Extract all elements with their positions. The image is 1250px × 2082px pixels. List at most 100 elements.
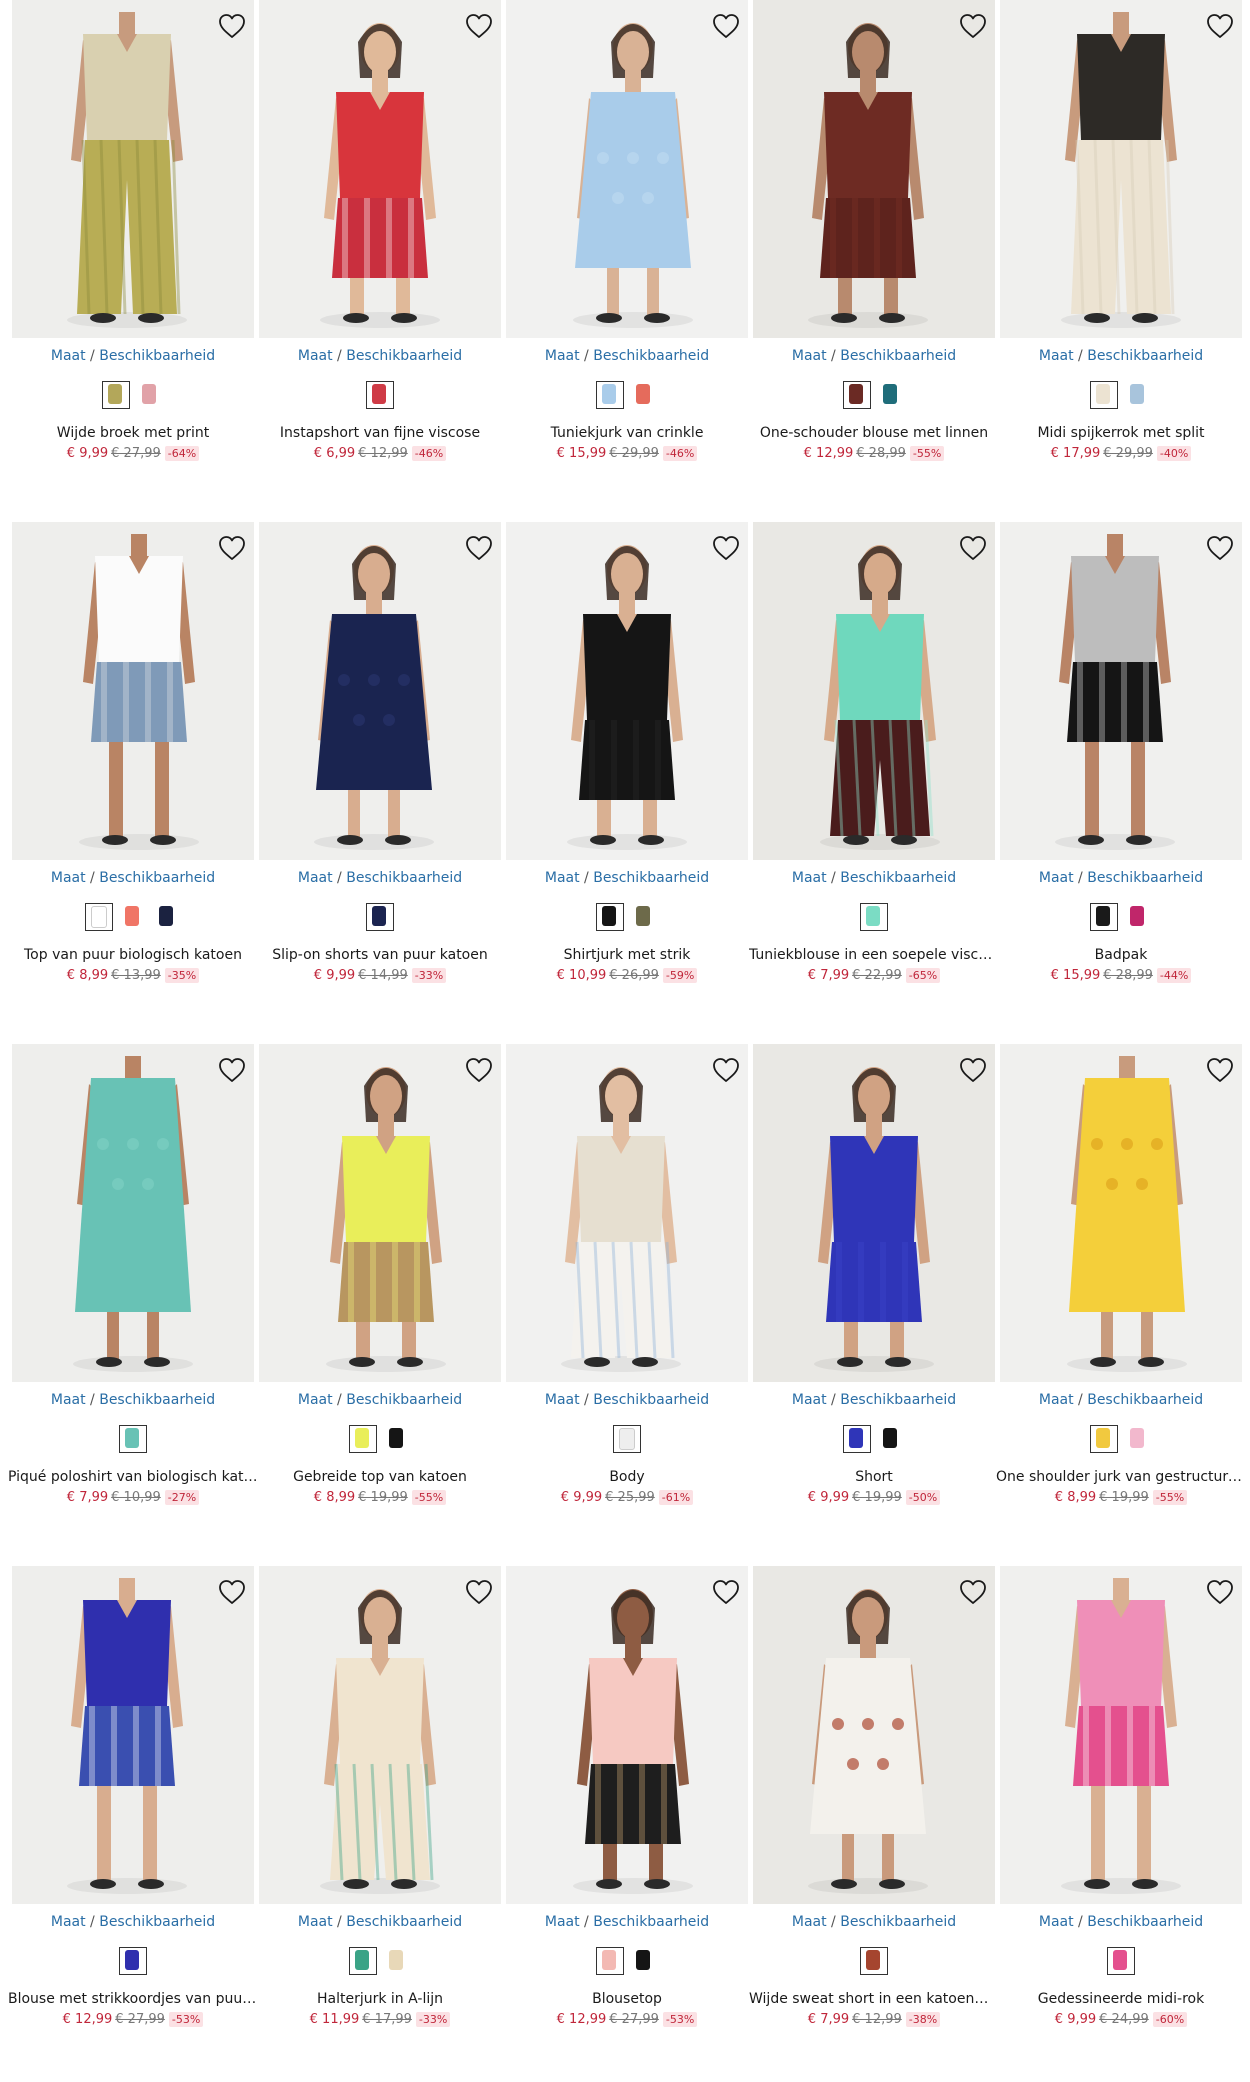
size-availability-link[interactable]: Maat / Beschikbaarheid bbox=[12, 1392, 254, 1408]
wishlist-heart-icon[interactable] bbox=[463, 1576, 495, 1608]
size-availability-link[interactable]: Maat / Beschikbaarheid bbox=[506, 348, 748, 364]
color-swatch[interactable] bbox=[119, 903, 147, 931]
color-swatch[interactable] bbox=[383, 1425, 411, 1453]
product-photo[interactable] bbox=[12, 0, 254, 338]
product-name[interactable]: Instapshort van fijne viscose bbox=[255, 425, 505, 441]
product-photo[interactable] bbox=[753, 1044, 995, 1382]
product-name[interactable]: Blousetop bbox=[502, 1991, 752, 2007]
color-swatch[interactable] bbox=[136, 381, 164, 409]
color-swatch[interactable] bbox=[383, 1947, 411, 1975]
product-name[interactable]: One-schouder blouse met linnen bbox=[749, 425, 999, 441]
wishlist-heart-icon[interactable] bbox=[216, 1054, 248, 1086]
size-availability-link[interactable]: Maat / Beschikbaarheid bbox=[259, 348, 501, 364]
color-swatch[interactable] bbox=[119, 1425, 147, 1453]
product-photo[interactable] bbox=[12, 1566, 254, 1904]
product-card[interactable]: Maat / Beschikbaarheid Piqué poloshirt v… bbox=[8, 1044, 258, 1524]
size-availability-link[interactable]: Maat / Beschikbaarheid bbox=[753, 1914, 995, 1930]
product-name[interactable]: Short bbox=[749, 1469, 999, 1485]
product-photo[interactable] bbox=[259, 1566, 501, 1904]
product-photo[interactable] bbox=[1000, 0, 1242, 338]
product-card[interactable]: Maat / Beschikbaarheid Midi spijkerrok m… bbox=[1000, 0, 1246, 480]
product-card[interactable]: Maat / Beschikbaarheid Tuniekblouse in e… bbox=[749, 522, 999, 1002]
color-swatch[interactable] bbox=[613, 1425, 641, 1453]
product-card[interactable]: Maat / Beschikbaarheid Gebreide top van … bbox=[259, 1044, 505, 1524]
size-availability-link[interactable]: Maat / Beschikbaarheid bbox=[1000, 870, 1242, 886]
color-swatch[interactable] bbox=[1124, 903, 1152, 931]
product-card[interactable]: Maat / Beschikbaarheid Tuniekjurk van cr… bbox=[506, 0, 752, 480]
size-availability-link[interactable]: Maat / Beschikbaarheid bbox=[506, 870, 748, 886]
wishlist-heart-icon[interactable] bbox=[957, 10, 989, 42]
product-photo[interactable] bbox=[506, 1044, 748, 1382]
product-photo[interactable] bbox=[1000, 522, 1242, 860]
product-photo[interactable] bbox=[12, 522, 254, 860]
color-swatch[interactable] bbox=[877, 381, 905, 409]
size-availability-link[interactable]: Maat / Beschikbaarheid bbox=[12, 870, 254, 886]
product-name[interactable]: Wijde broek met print bbox=[8, 425, 258, 441]
color-swatch[interactable] bbox=[1124, 1425, 1152, 1453]
product-photo[interactable] bbox=[1000, 1566, 1242, 1904]
color-swatch[interactable] bbox=[596, 381, 624, 409]
wishlist-heart-icon[interactable] bbox=[957, 532, 989, 564]
color-swatch[interactable] bbox=[630, 381, 658, 409]
product-photo[interactable] bbox=[753, 1566, 995, 1904]
product-card[interactable]: Maat / Beschikbaarheid Top van puur biol… bbox=[12, 522, 258, 1002]
product-photo[interactable] bbox=[506, 0, 748, 338]
product-card[interactable]: Maat / Beschikbaarheid Wijde sweat short… bbox=[749, 1566, 999, 2046]
color-swatch[interactable] bbox=[349, 1947, 377, 1975]
product-name[interactable]: Tuniekjurk van crinkle bbox=[502, 425, 752, 441]
product-name[interactable]: Midi spijkerrok met split bbox=[996, 425, 1246, 441]
product-name[interactable]: Slip-on shorts van puur katoen bbox=[255, 947, 505, 963]
color-swatch[interactable] bbox=[843, 1425, 871, 1453]
product-card[interactable]: Maat / Beschikbaarheid Short € 9,99 € 19,… bbox=[753, 1044, 999, 1524]
product-name[interactable]: Body bbox=[502, 1469, 752, 1485]
product-photo[interactable] bbox=[753, 0, 995, 338]
product-name[interactable]: Halterjurk in A-lijn bbox=[255, 1991, 505, 2007]
color-swatch[interactable] bbox=[102, 381, 130, 409]
product-name[interactable]: Wijde sweat short in een katoenmix bbox=[749, 1991, 999, 2007]
product-name[interactable]: Gebreide top van katoen bbox=[255, 1469, 505, 1485]
color-swatch[interactable] bbox=[366, 381, 394, 409]
product-card[interactable]: Maat / Beschikbaarheid One-schouder blou… bbox=[753, 0, 999, 480]
product-card[interactable]: Maat / Beschikbaarheid Badpak € 15,99 € 2… bbox=[1000, 522, 1246, 1002]
color-swatch[interactable] bbox=[630, 1947, 658, 1975]
product-card[interactable]: Maat / Beschikbaarheid Blousetop € 12,99… bbox=[506, 1566, 752, 2046]
color-swatch[interactable] bbox=[596, 903, 624, 931]
product-card[interactable]: Maat / Beschikbaarheid Wijde broek met p… bbox=[12, 0, 258, 480]
product-name[interactable]: One shoulder jurk van gestructureerde st… bbox=[996, 1469, 1246, 1485]
color-swatch[interactable] bbox=[596, 1947, 624, 1975]
product-photo[interactable] bbox=[259, 0, 501, 338]
color-swatch[interactable] bbox=[349, 1425, 377, 1453]
size-availability-link[interactable]: Maat / Beschikbaarheid bbox=[1000, 348, 1242, 364]
color-swatch[interactable] bbox=[630, 903, 658, 931]
size-availability-link[interactable]: Maat / Beschikbaarheid bbox=[1000, 1914, 1242, 1930]
product-name[interactable]: Blouse met strikkoordjes van puur katoen bbox=[8, 1991, 258, 2007]
wishlist-heart-icon[interactable] bbox=[1204, 532, 1236, 564]
product-card[interactable]: Maat / Beschikbaarheid Halterjurk in A-l… bbox=[259, 1566, 505, 2046]
wishlist-heart-icon[interactable] bbox=[1204, 10, 1236, 42]
product-name[interactable]: Badpak bbox=[996, 947, 1246, 963]
size-availability-link[interactable]: Maat / Beschikbaarheid bbox=[12, 348, 254, 364]
size-availability-link[interactable]: Maat / Beschikbaarheid bbox=[259, 870, 501, 886]
wishlist-heart-icon[interactable] bbox=[216, 1576, 248, 1608]
product-card[interactable]: Maat / Beschikbaarheid Slip-on shorts va… bbox=[259, 522, 505, 1002]
size-availability-link[interactable]: Maat / Beschikbaarheid bbox=[259, 1392, 501, 1408]
wishlist-heart-icon[interactable] bbox=[216, 532, 248, 564]
color-swatch[interactable] bbox=[877, 1425, 905, 1453]
product-name[interactable]: Gedessineerde midi-rok bbox=[996, 1991, 1246, 2007]
color-swatch[interactable] bbox=[1090, 381, 1118, 409]
size-availability-link[interactable]: Maat / Beschikbaarheid bbox=[506, 1914, 748, 1930]
color-swatch[interactable] bbox=[1090, 903, 1118, 931]
size-availability-link[interactable]: Maat / Beschikbaarheid bbox=[12, 1914, 254, 1930]
wishlist-heart-icon[interactable] bbox=[710, 1054, 742, 1086]
wishlist-heart-icon[interactable] bbox=[710, 532, 742, 564]
wishlist-heart-icon[interactable] bbox=[463, 10, 495, 42]
color-swatch[interactable] bbox=[366, 903, 394, 931]
color-swatch[interactable] bbox=[860, 1947, 888, 1975]
size-availability-link[interactable]: Maat / Beschikbaarheid bbox=[753, 348, 995, 364]
color-swatch[interactable] bbox=[119, 1947, 147, 1975]
product-card[interactable]: Maat / Beschikbaarheid Shirtjurk met str… bbox=[506, 522, 752, 1002]
wishlist-heart-icon[interactable] bbox=[710, 10, 742, 42]
size-availability-link[interactable]: Maat / Beschikbaarheid bbox=[1000, 1392, 1242, 1408]
wishlist-heart-icon[interactable] bbox=[216, 10, 248, 42]
wishlist-heart-icon[interactable] bbox=[463, 532, 495, 564]
